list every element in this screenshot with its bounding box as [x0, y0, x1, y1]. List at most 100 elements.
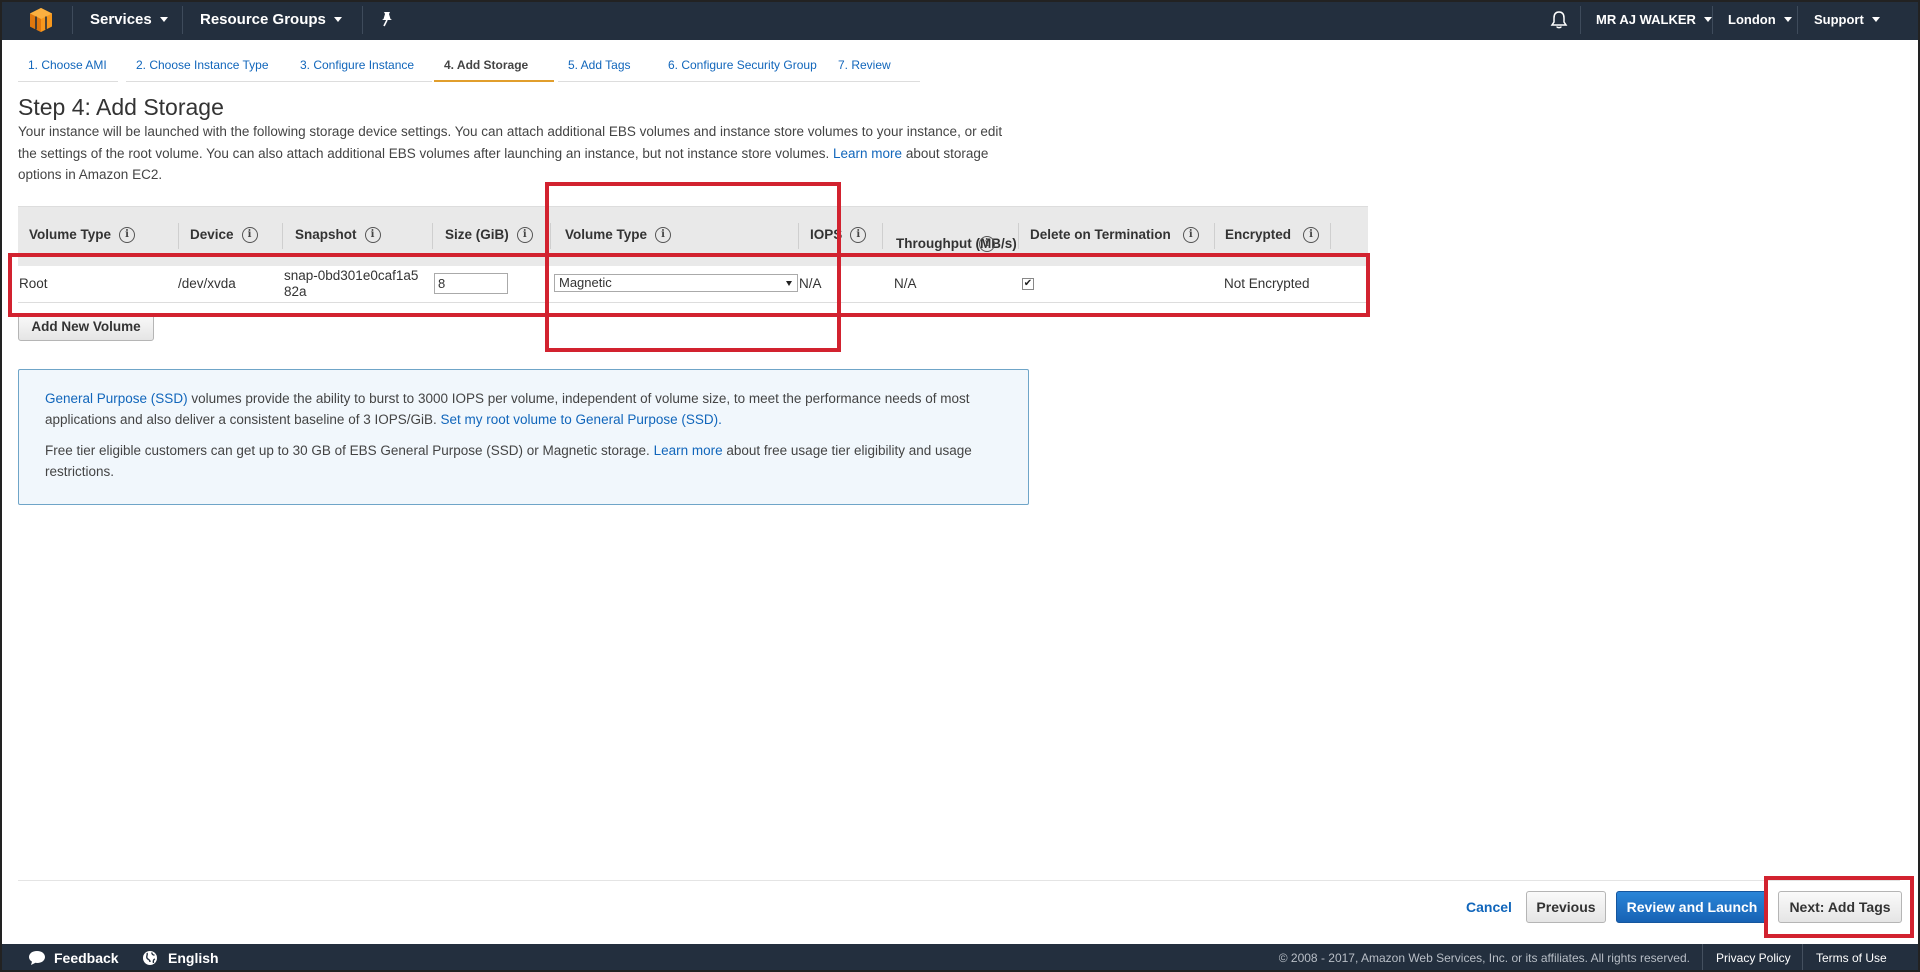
column-divider	[1330, 223, 1331, 249]
nav-divider	[1580, 6, 1581, 34]
header-size: Size (GiB) i	[445, 217, 533, 253]
tab-review[interactable]: 7. Review	[828, 52, 920, 82]
size-input[interactable]	[434, 273, 508, 294]
chevron-down-icon	[159, 16, 168, 22]
region-menu[interactable]: London	[1728, 0, 1792, 40]
column-divider	[1018, 223, 1019, 249]
info-text: Free tier eligible customers can get up …	[45, 443, 650, 458]
cell-encrypted: Not Encrypted	[1224, 276, 1310, 291]
language-label: English	[168, 950, 219, 966]
nav-divider	[362, 6, 363, 34]
account-menu[interactable]: MR AJ WALKER	[1596, 0, 1712, 40]
free-tier-learn-more-link[interactable]: Learn more	[654, 443, 723, 458]
chevron-down-icon	[1783, 17, 1792, 23]
header-snapshot: Snapshot i	[295, 217, 381, 253]
cell-device: /dev/xvda	[178, 276, 236, 291]
bottom-bar: Feedback English © 2008 - 2017, Amazon W…	[0, 944, 1920, 972]
header-encrypted: Encrypted i	[1225, 217, 1320, 253]
general-purpose-ssd-link[interactable]: General Purpose (SSD)	[45, 391, 188, 406]
tab-choose-instance-type[interactable]: 2. Choose Instance Type	[126, 52, 290, 82]
cell-iops: N/A	[799, 276, 822, 291]
page-title: Step 4: Add Storage	[18, 94, 224, 120]
tab-configure-security-group[interactable]: 6. Configure Security Group	[658, 52, 838, 82]
info-icon[interactable]: i	[516, 227, 533, 243]
cell-throughput: N/A	[894, 276, 917, 291]
feedback-button[interactable]: Feedback	[28, 944, 119, 972]
header-throughput: Throughput (MB/s) i	[896, 217, 1017, 253]
info-icon[interactable]: i	[1303, 227, 1320, 243]
cancel-link[interactable]: Cancel	[1466, 899, 1512, 915]
dropdown-arrow-icon	[786, 281, 792, 286]
learn-more-link[interactable]: Learn more	[833, 146, 902, 161]
volume-type-select[interactable]: Magnetic	[554, 274, 798, 292]
header-delete-on-termination: Delete on Termination i	[1030, 217, 1199, 253]
header-label: Delete on Termination	[1030, 227, 1171, 242]
column-divider	[550, 223, 551, 249]
next-add-tags-button[interactable]: Next: Add Tags	[1778, 891, 1902, 923]
info-icon[interactable]: i	[978, 236, 995, 252]
add-new-volume-button[interactable]: Add New Volume	[18, 313, 154, 341]
language-selector[interactable]: English	[142, 944, 219, 972]
support-menu[interactable]: Support	[1814, 0, 1880, 40]
globe-icon	[143, 951, 157, 965]
info-paragraph: General Purpose (SSD) volumes provide th…	[45, 388, 1002, 430]
column-divider	[798, 223, 799, 249]
cell-snapshot: snap-0bd301e0caf1a582a	[284, 268, 419, 299]
info-paragraph: Free tier eligible customers can get up …	[45, 440, 1002, 482]
header-label: Size (GiB)	[445, 227, 509, 242]
services-label: Services	[90, 11, 152, 28]
nav-divider	[72, 6, 73, 34]
tab-add-storage[interactable]: 4. Add Storage	[434, 52, 554, 82]
header-label: Device	[190, 227, 234, 242]
column-divider	[178, 223, 179, 249]
header-label: Volume Type	[29, 227, 112, 242]
info-icon[interactable]: i	[1182, 227, 1199, 243]
account-label: MR AJ WALKER	[1596, 12, 1696, 27]
top-nav-bar: Services Resource Groups MR AJ WALKER Lo…	[0, 0, 1920, 40]
header-iops: IOPS i	[810, 217, 867, 253]
info-icon[interactable]: i	[119, 227, 136, 243]
resource-groups-menu[interactable]: Resource Groups	[200, 0, 342, 40]
chevron-down-icon	[333, 16, 342, 22]
tab-add-tags[interactable]: 5. Add Tags	[558, 52, 658, 82]
header-volume-type-select: Volume Type i	[565, 217, 672, 253]
column-divider	[882, 223, 883, 249]
review-and-launch-button[interactable]: Review and Launch	[1616, 891, 1768, 923]
feedback-label: Feedback	[54, 950, 119, 966]
copyright-text: © 2008 - 2017, Amazon Web Services, Inc.…	[1278, 951, 1690, 965]
info-icon[interactable]: i	[364, 227, 381, 243]
cell-volume-type: Root	[19, 276, 48, 291]
notifications-bell-icon[interactable]	[1550, 10, 1568, 30]
tab-configure-instance[interactable]: 3. Configure Instance	[290, 52, 432, 82]
services-menu[interactable]: Services	[90, 0, 168, 40]
previous-button[interactable]: Previous	[1526, 891, 1606, 923]
footer-divider	[1802, 944, 1803, 972]
info-icon[interactable]: i	[241, 227, 258, 243]
column-divider	[432, 223, 433, 249]
volume-type-selected-value: Magnetic	[559, 275, 612, 290]
delete-on-termination-checkbox[interactable]: ✔	[1022, 278, 1034, 290]
terms-of-use-link[interactable]: Terms of Use	[1816, 944, 1887, 972]
info-icon[interactable]: i	[850, 227, 867, 243]
info-icon[interactable]: i	[655, 227, 672, 243]
support-label: Support	[1814, 12, 1864, 27]
table-row: Root /dev/xvda snap-0bd301e0caf1a582a Ma…	[18, 266, 1368, 303]
storage-table-header: Volume Type i Device i Snapshot i Size (GiB…	[18, 206, 1368, 266]
set-root-volume-ssd-link[interactable]: Set my root volume to General Purpose (S…	[441, 412, 722, 427]
column-divider	[1214, 223, 1215, 249]
storage-info-box: General Purpose (SSD) volumes provide th…	[18, 369, 1029, 505]
privacy-policy-link[interactable]: Privacy Policy	[1716, 944, 1791, 972]
header-volume-type: Volume Type i	[29, 217, 136, 253]
pin-icon[interactable]	[378, 10, 396, 28]
column-divider	[282, 223, 283, 249]
header-device: Device i	[190, 217, 258, 253]
nav-divider	[182, 6, 183, 34]
aws-logo-icon[interactable]	[28, 7, 54, 33]
tab-choose-ami[interactable]: 1. Choose AMI	[18, 52, 118, 82]
header-label: IOPS	[810, 227, 843, 242]
header-label: Snapshot	[295, 227, 357, 242]
header-label: Throughput (MB/s)	[896, 236, 1017, 251]
footer-divider	[1702, 944, 1703, 972]
header-label: Volume Type	[565, 227, 648, 242]
intro-text: Your instance will be launched with the …	[18, 121, 1018, 186]
